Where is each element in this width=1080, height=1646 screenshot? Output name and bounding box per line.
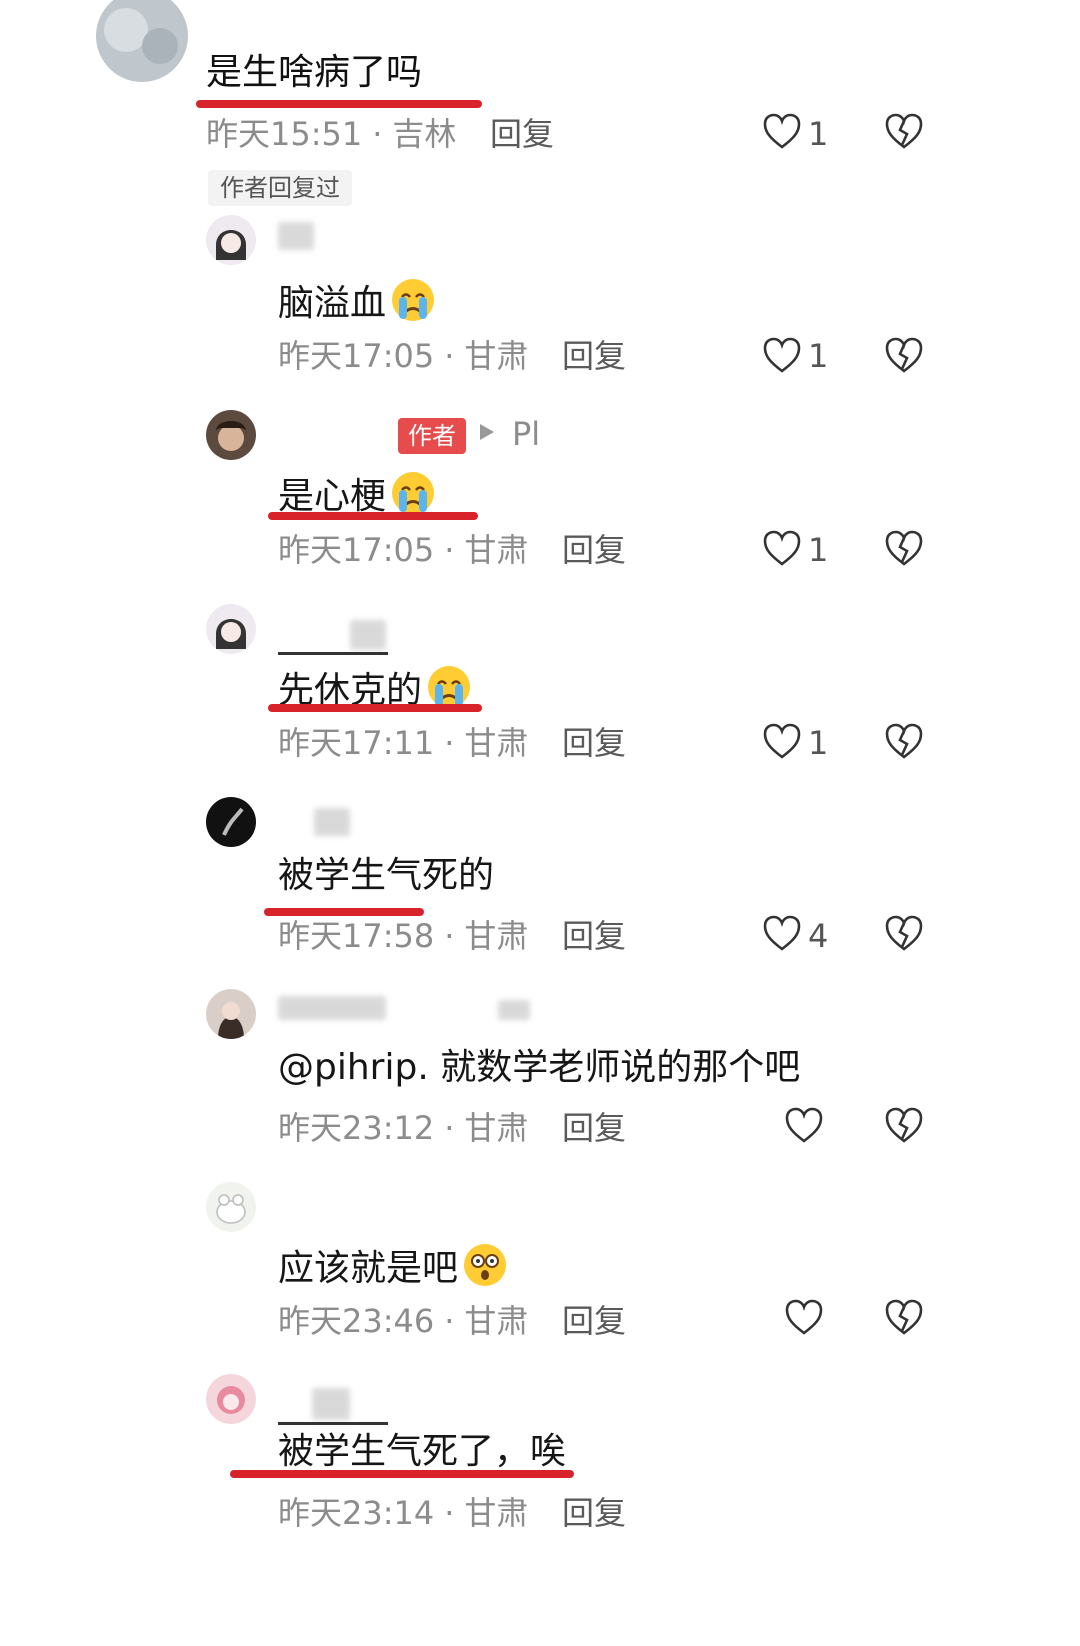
separator: · (372, 115, 383, 153)
username-blurred (312, 1388, 350, 1420)
username-line (278, 1422, 388, 1425)
crying-face-icon (390, 277, 436, 323)
dislike-broken-heart-icon[interactable] (884, 914, 924, 954)
username-blurred (278, 222, 314, 250)
underline-mark (196, 100, 482, 108)
reply-button[interactable]: 回复 (562, 1112, 626, 1144)
reply-avatar[interactable] (206, 604, 256, 654)
reply-text: 应该就是吧 (278, 1242, 508, 1288)
top-comment-avatar[interactable] (96, 0, 188, 82)
like-heart-icon[interactable] (762, 112, 802, 152)
separator: · (444, 1109, 455, 1147)
comment-location: 甘肃 (464, 337, 529, 375)
separator: · (444, 724, 455, 762)
username-blurred (350, 620, 386, 650)
comment-time: 昨天17:58 (278, 917, 435, 955)
reply-meta: 昨天23:12 · 甘肃 (278, 1112, 528, 1144)
reply-meta: 昨天23:46 · 甘肃 (278, 1305, 528, 1337)
shocked-face-icon (462, 1242, 508, 1288)
comment-location: 甘肃 (464, 724, 529, 762)
comment-time: 昨天23:12 (278, 1109, 435, 1147)
reply-text: 被学生气死了，唉 (278, 1431, 567, 1472)
comment-location: 甘肃 (464, 917, 529, 955)
separator: · (444, 917, 455, 955)
underline-mark (264, 908, 424, 916)
username-blurred (498, 1000, 530, 1020)
reply-button[interactable]: 回复 (562, 1497, 626, 1529)
top-comment-text: 是生啥病了吗 (206, 52, 423, 93)
reply-text-content: 脑溢血 (278, 283, 387, 324)
comment-time: 昨天17:11 (278, 724, 435, 762)
reply-text-content: 应该就是吧 (278, 1248, 459, 1289)
like-heart-icon[interactable] (762, 722, 802, 762)
reply-text: @pihrip. 就数学老师说的那个吧 (278, 1047, 801, 1088)
reply-meta: 昨天17:58 · 甘肃 (278, 920, 528, 952)
comment-location: 甘肃 (464, 1109, 529, 1147)
comment-location: 甘肃 (464, 1302, 529, 1340)
dislike-broken-heart-icon[interactable] (884, 722, 924, 762)
comment-time: 昨天17:05 (278, 531, 435, 569)
like-count: 1 (808, 337, 829, 375)
reply-avatar[interactable] (206, 1374, 256, 1424)
reply-button[interactable]: 回复 (490, 118, 554, 150)
like-count: 1 (808, 724, 829, 762)
like-count: 1 (808, 531, 829, 569)
reply-button[interactable]: 回复 (562, 1305, 626, 1337)
reply-text: 被学生气死的 (278, 855, 495, 896)
reply-meta: 昨天17:05 · 甘肃 (278, 340, 528, 372)
comment-location: 甘肃 (464, 531, 529, 569)
separator: · (444, 1494, 455, 1532)
like-count: 1 (808, 115, 829, 153)
reply-meta: 昨天23:14 · 甘肃 (278, 1497, 528, 1529)
separator: · (444, 531, 455, 569)
crying-face-icon (390, 470, 436, 516)
dislike-broken-heart-icon[interactable] (884, 1298, 924, 1338)
author-replied-badge: 作者回复过 (208, 170, 352, 206)
reply-meta: 昨天17:05 · 甘肃 (278, 534, 528, 566)
reply-to-arrow-icon (480, 424, 494, 440)
top-comment-meta: 昨天15:51 · 吉林 (206, 118, 456, 150)
dislike-broken-heart-icon[interactable] (884, 529, 924, 569)
like-count: 4 (808, 917, 829, 955)
username-blurred (314, 808, 350, 836)
reply-avatar[interactable] (206, 215, 256, 265)
comment-time: 昨天15:51 (206, 115, 363, 153)
author-badge: 作者 (398, 418, 466, 454)
reply-text: 脑溢血 (278, 277, 436, 323)
reply-text-content: 是心梗 (278, 476, 387, 517)
reply-avatar[interactable] (206, 989, 256, 1039)
underline-mark (268, 704, 482, 712)
reply-button[interactable]: 回复 (562, 534, 626, 566)
separator: · (444, 337, 455, 375)
comment-time: 昨天23:14 (278, 1494, 435, 1532)
reply-meta: 昨天17:11 · 甘肃 (278, 727, 528, 759)
author-avatar[interactable] (206, 410, 256, 460)
like-heart-icon[interactable] (784, 1298, 824, 1338)
username-blurred (278, 996, 386, 1020)
like-heart-icon[interactable] (762, 914, 802, 954)
separator: · (444, 1302, 455, 1340)
reply-avatar[interactable] (206, 1182, 256, 1232)
like-heart-icon[interactable] (762, 336, 802, 376)
comment-location: 甘肃 (464, 1494, 529, 1532)
dislike-broken-heart-icon[interactable] (884, 336, 924, 376)
reply-text: 是心梗 (278, 470, 436, 516)
dislike-broken-heart-icon[interactable] (884, 1106, 924, 1146)
reply-to-username[interactable]: Pl (512, 418, 540, 450)
reply-button[interactable]: 回复 (562, 920, 626, 952)
comment-location: 吉林 (392, 115, 457, 153)
like-heart-icon[interactable] (762, 529, 802, 569)
username-line (278, 652, 388, 655)
underline-mark (230, 1470, 574, 1478)
comment-time: 昨天17:05 (278, 337, 435, 375)
reply-button[interactable]: 回复 (562, 340, 626, 372)
like-heart-icon[interactable] (784, 1106, 824, 1146)
dislike-broken-heart-icon[interactable] (884, 112, 924, 152)
reply-button[interactable]: 回复 (562, 727, 626, 759)
comment-time: 昨天23:46 (278, 1302, 435, 1340)
underline-mark (268, 512, 478, 520)
reply-avatar[interactable] (206, 797, 256, 847)
